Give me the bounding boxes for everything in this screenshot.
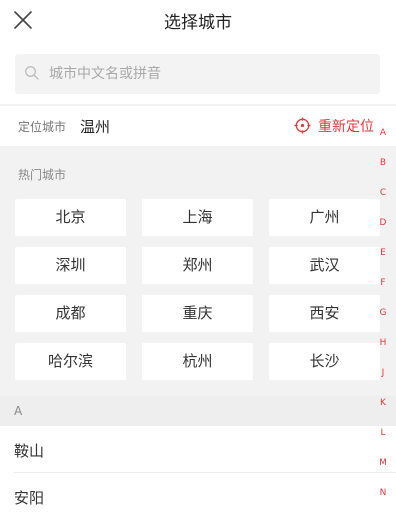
relocate-label: 重新定位	[318, 119, 374, 135]
hot-city-button[interactable]: 西安	[269, 295, 380, 332]
page-title: 选择城市	[164, 13, 232, 33]
index-letter[interactable]: B	[376, 158, 390, 168]
current-city[interactable]: 温州	[80, 116, 110, 137]
hot-city-button[interactable]: 成都	[15, 295, 126, 332]
city-name: 安阳	[14, 489, 45, 507]
index-letter[interactable]: G	[376, 308, 390, 318]
hot-city-button[interactable]: 北京	[15, 199, 126, 236]
hot-city-button[interactable]: 杭州	[142, 343, 253, 380]
index-letter[interactable]: H	[376, 338, 390, 348]
hot-city-button[interactable]: 深圳	[15, 247, 126, 284]
index-letter[interactable]: K	[376, 398, 390, 408]
index-letter[interactable]: C	[376, 188, 390, 198]
search-input[interactable]	[49, 54, 369, 94]
hot-cities-label: 热门城市	[18, 168, 67, 182]
hot-city-button[interactable]: 上海	[142, 199, 253, 236]
index-letter[interactable]: L	[376, 428, 390, 438]
index-letter[interactable]: J	[376, 368, 390, 378]
search-box[interactable]	[15, 54, 380, 94]
city-name: 鞍山	[14, 442, 45, 460]
list-item[interactable]: 安阳	[0, 473, 396, 519]
index-letter[interactable]: E	[376, 248, 390, 258]
hot-city-button[interactable]: 广州	[269, 199, 380, 236]
section-header: A	[0, 396, 396, 426]
list-item[interactable]: 鞍山	[0, 426, 396, 472]
hot-city-button[interactable]: 郑州	[142, 247, 253, 284]
search-icon	[25, 66, 39, 80]
crosshair-icon	[294, 117, 311, 134]
section-letter: A	[14, 404, 23, 418]
index-letter[interactable]: D	[376, 218, 390, 228]
search-section	[0, 42, 396, 104]
index-letter[interactable]: F	[376, 278, 390, 288]
hot-city-button[interactable]: 重庆	[142, 295, 253, 332]
index-letter[interactable]: N	[376, 488, 390, 498]
hot-city-button[interactable]: 哈尔滨	[15, 343, 126, 380]
hot-city-button[interactable]: 长沙	[269, 343, 380, 380]
location-row: 定位城市 温州 重新定位	[0, 106, 396, 146]
index-letter[interactable]: M	[376, 458, 390, 468]
location-label: 定位城市	[18, 120, 67, 134]
index-letter[interactable]: A	[376, 128, 390, 138]
hot-city-button[interactable]: 武汉	[269, 247, 380, 284]
top-bar: 选择城市	[0, 0, 396, 42]
